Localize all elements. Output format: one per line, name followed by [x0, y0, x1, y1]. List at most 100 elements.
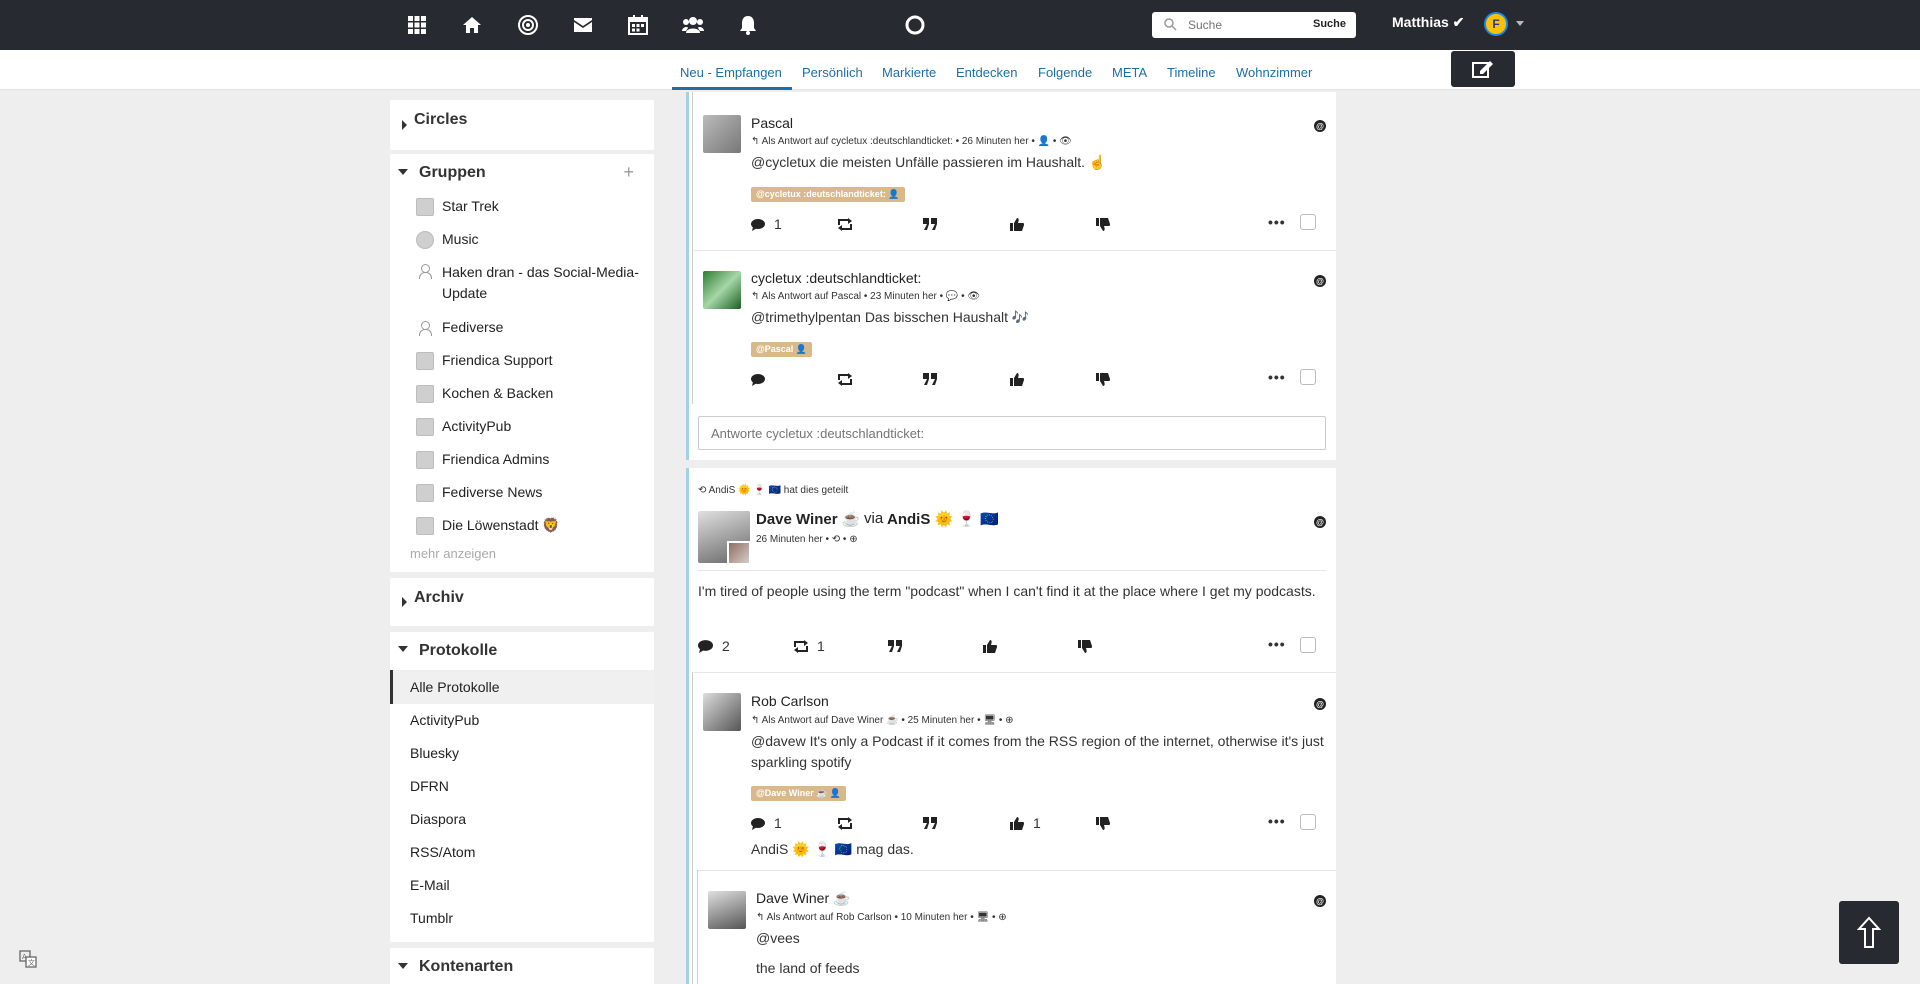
groups-title[interactable]: Gruppen [419, 164, 486, 182]
comment-button[interactable]: 1 [751, 815, 782, 831]
account-types-title[interactable]: Kontenarten [419, 958, 513, 976]
protocol-item[interactable]: Alle Protokolle [410, 679, 500, 695]
group-item[interactable]: Music [416, 231, 646, 249]
mail-icon[interactable] [572, 14, 594, 36]
show-more-link[interactable]: mehr anzeigen [410, 546, 496, 561]
protocol-item[interactable]: Bluesky [410, 745, 459, 761]
reshare-button[interactable] [837, 216, 853, 232]
translate-icon[interactable]: A文 [19, 950, 37, 968]
protocol-item[interactable]: RSS/Atom [410, 844, 475, 860]
avatar[interactable] [703, 115, 741, 153]
caret-right-icon[interactable] [402, 120, 407, 130]
caret-right-icon[interactable] [402, 597, 407, 607]
group-item[interactable]: Kochen & Backen [416, 385, 646, 403]
search-input[interactable] [1188, 13, 1328, 37]
quote-button[interactable] [923, 371, 937, 387]
post-author[interactable]: cycletux :deutschlandticket: [751, 270, 921, 286]
post-author[interactable]: Rob Carlson [751, 693, 829, 709]
chevron-down-icon[interactable] [1516, 21, 1524, 26]
more-options-icon[interactable]: ••• [1268, 636, 1286, 652]
reshare-avatar[interactable] [727, 541, 751, 565]
tab-markierte[interactable]: Markierte [882, 65, 936, 80]
reshare-button[interactable]: 1 [793, 638, 825, 654]
more-options-icon[interactable]: ••• [1268, 369, 1286, 385]
more-options-icon[interactable]: ••• [1268, 813, 1286, 829]
mention-tag[interactable]: @cycletux :deutschlandticket: 👤 [751, 187, 905, 202]
avatar[interactable] [703, 271, 741, 309]
apps-icon[interactable] [406, 14, 428, 36]
tab-neu-empfangen[interactable]: Neu - Empfangen [680, 65, 782, 80]
group-item[interactable]: ActivityPub [416, 418, 646, 436]
dislike-button[interactable] [1096, 815, 1110, 831]
group-item[interactable]: Haken dran - das Social-Media-Update [416, 262, 646, 304]
via-author[interactable]: AndiS 🌞 🍷 🇪🇺 [887, 510, 999, 528]
group-item[interactable]: Friendica Admins [416, 451, 646, 469]
more-options-icon[interactable]: ••• [1268, 214, 1286, 230]
reshare-button[interactable] [837, 371, 853, 387]
dislike-button[interactable] [1096, 371, 1110, 387]
post-author[interactable]: Pascal [751, 115, 793, 131]
plus-icon[interactable]: + [623, 162, 634, 183]
dislike-button[interactable] [1096, 216, 1110, 232]
network-icon[interactable] [517, 14, 539, 36]
comment-button[interactable] [751, 371, 765, 387]
search-button[interactable]: Suche [1313, 18, 1346, 30]
home-icon[interactable] [461, 14, 483, 36]
group-item[interactable]: Friendica Support [416, 352, 646, 370]
reshare-button[interactable] [837, 815, 853, 831]
group-item[interactable]: Fediverse News [416, 484, 646, 502]
caret-down-icon[interactable] [398, 646, 408, 652]
calendar-icon[interactable] [627, 14, 649, 36]
post-author[interactable]: Dave Winer ☕ [756, 510, 860, 528]
compose-button[interactable] [1451, 51, 1515, 87]
scroll-to-top-button[interactable] [1839, 901, 1899, 964]
post-meta: ↰ Als Antwort auf cycletux :deutschlandt… [751, 136, 1072, 147]
comment-button[interactable]: 1 [751, 216, 782, 232]
caret-down-icon[interactable] [398, 963, 408, 969]
tab-timeline[interactable]: Timeline [1167, 65, 1216, 80]
protocol-item[interactable]: ActivityPub [410, 712, 479, 728]
group-item[interactable]: Die Löwenstadt 🦁 [416, 517, 646, 535]
like-button[interactable]: 1 [1010, 815, 1041, 831]
archive-title[interactable]: Archiv [414, 589, 464, 607]
mention-tag[interactable]: @Dave Winer ☕ 👤 [751, 786, 847, 801]
group-item[interactable]: Star Trek [416, 198, 646, 216]
protocol-item[interactable]: DFRN [410, 778, 449, 794]
tab-meta[interactable]: META [1112, 65, 1147, 80]
tab-folgende[interactable]: Folgende [1038, 65, 1092, 80]
group-label: Haken dran - das Social-Media-Update [442, 264, 639, 301]
bell-icon[interactable] [737, 14, 759, 36]
mention-tag[interactable]: @Pascal 👤 [751, 342, 813, 357]
like-button[interactable] [1010, 371, 1024, 387]
like-button[interactable] [1010, 216, 1024, 232]
dislike-button[interactable] [1078, 638, 1092, 654]
circles-title[interactable]: Circles [414, 111, 467, 129]
quote-button[interactable] [888, 638, 902, 654]
protocol-item[interactable]: E-Mail [410, 877, 450, 893]
quote-button[interactable] [923, 216, 937, 232]
comment-button[interactable]: 2 [698, 638, 730, 654]
select-checkbox[interactable] [1300, 814, 1316, 830]
select-checkbox[interactable] [1300, 637, 1316, 653]
protocols-title[interactable]: Protokolle [419, 642, 497, 660]
tab-entdecken[interactable]: Entdecken [956, 65, 1017, 80]
quote-button[interactable] [923, 815, 937, 831]
user-name[interactable]: Matthias ✔ [1392, 14, 1464, 31]
tab-persoenlich[interactable]: Persönlich [802, 65, 863, 80]
select-checkbox[interactable] [1300, 214, 1316, 230]
like-count: 1 [1033, 815, 1041, 831]
contacts-icon[interactable] [682, 14, 704, 36]
group-avatar [416, 484, 434, 502]
like-button[interactable] [983, 638, 997, 654]
avatar[interactable]: F [1484, 12, 1508, 36]
avatar[interactable] [703, 693, 741, 731]
caret-down-icon[interactable] [398, 169, 408, 175]
group-item[interactable]: Fediverse [416, 319, 646, 337]
protocol-item[interactable]: Tumblr [410, 910, 453, 926]
select-checkbox[interactable] [1300, 369, 1316, 385]
protocol-item[interactable]: Diaspora [410, 811, 466, 827]
avatar[interactable] [708, 891, 746, 929]
tab-wohnzimmer[interactable]: Wohnzimmer [1236, 65, 1312, 80]
reply-input[interactable] [698, 416, 1326, 450]
post-author[interactable]: Dave Winer ☕ [756, 890, 850, 907]
